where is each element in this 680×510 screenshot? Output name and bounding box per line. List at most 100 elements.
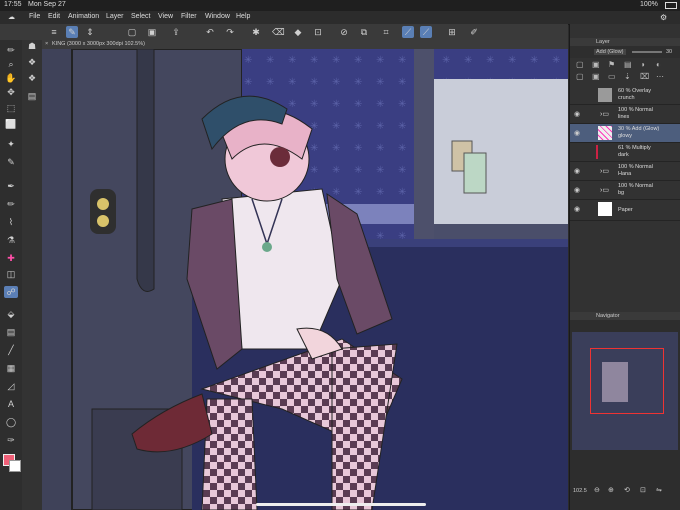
close-tab-icon[interactable]: × — [45, 41, 48, 47]
text-tool-icon[interactable]: A — [4, 398, 18, 410]
grid-snap-icon[interactable]: ⊞ — [446, 26, 458, 38]
drawing-canvas[interactable]: ✳ — [42, 49, 568, 510]
layer-row-hana[interactable]: ◉ ›▭ 100 % Normal Hana — [570, 162, 680, 181]
redo-icon[interactable]: ↷ — [224, 26, 236, 38]
eyedropper-icon[interactable]: ✎ — [4, 156, 18, 168]
eraser-tool-icon[interactable]: ◫ — [4, 268, 18, 280]
visibility-eye-icon[interactable]: ◉ — [574, 205, 580, 213]
crop-icon[interactable]: ⌗ — [380, 26, 392, 38]
settings-icon[interactable]: ⚙ — [660, 13, 667, 22]
brush-size-icon[interactable]: ✏ — [4, 44, 18, 56]
app-logo-icon[interactable]: ☁ — [8, 13, 15, 21]
draft-layer-icon[interactable]: ▤ — [624, 60, 632, 69]
snap-special-ruler-icon[interactable]: ⟋ — [420, 26, 432, 38]
layer-row-paper[interactable]: ◉ Paper — [570, 200, 680, 221]
fit-icon[interactable]: ⊡ — [640, 486, 646, 494]
layer-menu-icon[interactable]: ⋯ — [656, 72, 664, 81]
export-icon[interactable]: ⇪ — [170, 26, 182, 38]
auto-select-icon[interactable]: ✦ — [4, 138, 18, 150]
correct-line-tool-icon[interactable]: ✑ — [4, 434, 18, 446]
ruler-tool-icon[interactable]: ◿ — [4, 380, 18, 392]
frame-tool-icon[interactable]: ▦ — [4, 362, 18, 374]
layer-row-dark[interactable]: 61 % Multiply dark — [570, 143, 680, 162]
sub-tool-1-icon[interactable]: ☗ — [25, 40, 39, 52]
zoom-value[interactable]: 102.5 — [573, 488, 587, 494]
layer-row-lines[interactable]: ◉ ›▭ 100 % Normal lines — [570, 105, 680, 124]
layer-lock-icon[interactable]: ▢ — [576, 60, 584, 69]
fill-tool-icon[interactable]: ⬙ — [4, 308, 18, 320]
navigator-preview[interactable] — [572, 332, 678, 450]
spinner-icon[interactable]: ✱ — [250, 26, 262, 38]
navigator-title[interactable]: Navigator — [596, 313, 620, 319]
folder-icon[interactable]: ›▭ — [600, 186, 609, 194]
menu-edit[interactable]: Edit — [48, 13, 60, 20]
layer-row-glowy[interactable]: ◉ 30 % Add (Glow) glowy — [570, 124, 680, 143]
decoration-tool-icon[interactable]: ✚ — [4, 252, 18, 264]
hand-tool-icon[interactable]: ✋ — [4, 72, 18, 84]
opacity-slider[interactable] — [632, 51, 662, 53]
clip-layer-icon[interactable]: ▣ — [592, 60, 600, 69]
selection-tool-icon[interactable]: ⬜ — [4, 118, 18, 130]
menu-animation[interactable]: Animation — [68, 13, 99, 20]
gradient-tool-icon[interactable]: ▤ — [4, 326, 18, 338]
new-raster-layer-icon[interactable]: ▢ — [576, 72, 584, 81]
visibility-eye-icon[interactable]: ◉ — [574, 167, 580, 175]
folder-icon[interactable]: ›▭ — [600, 110, 609, 118]
sub-color-swatch[interactable] — [9, 460, 21, 472]
invert-selection-icon[interactable]: ⧉ — [358, 26, 370, 38]
mask-icon[interactable]: ◑ — [640, 60, 645, 69]
menu-file[interactable]: File — [29, 13, 40, 20]
menu-window[interactable]: Window — [205, 13, 230, 20]
blend-tool-icon[interactable]: ☍ — [4, 286, 18, 298]
pen-tool-icon[interactable]: ✒ — [4, 180, 18, 192]
merge-down-icon[interactable]: ⇣ — [624, 72, 631, 81]
new-vector-layer-icon[interactable]: ▣ — [592, 72, 600, 81]
blend-mode-select[interactable]: Add (Glow) — [594, 49, 626, 55]
layer-color-icon[interactable]: ◐ — [656, 60, 661, 69]
reference-layer-icon[interactable]: ⚑ — [608, 60, 615, 69]
sub-tool-2-icon[interactable]: ❖ — [25, 56, 39, 68]
deselect-icon[interactable]: ⊘ — [338, 26, 350, 38]
zoom-out-icon[interactable]: ⊖ — [594, 486, 600, 494]
zoom-tool-icon[interactable]: ⌕ — [4, 58, 18, 70]
save-icon[interactable]: ▣ — [146, 26, 158, 38]
clear-icon[interactable]: ⌫ — [272, 26, 285, 38]
zoom-in-icon[interactable]: ⊕ — [608, 486, 614, 494]
line-tool-icon[interactable]: ╱ — [4, 344, 18, 356]
visibility-eye-icon[interactable]: ◉ — [574, 186, 580, 194]
menu-filter[interactable]: Filter — [181, 13, 197, 20]
layer-row-bg[interactable]: ◉ ›▭ 100 % Normal bg — [570, 181, 680, 200]
stepper-icon[interactable]: ⇕ — [84, 26, 96, 38]
menu-layer[interactable]: Layer — [106, 13, 124, 20]
brush-tool-icon[interactable]: ⌇ — [4, 216, 18, 228]
new-folder-icon[interactable]: ▭ — [608, 72, 616, 81]
operation-tool-icon[interactable]: ⬚ — [4, 102, 18, 114]
menu-help[interactable]: Help — [236, 13, 250, 20]
visibility-eye-icon[interactable]: ◉ — [574, 129, 580, 137]
fill-icon[interactable]: ◆ — [292, 26, 304, 38]
opacity-value[interactable]: 30 — [666, 49, 672, 55]
folder-icon[interactable]: ›▭ — [600, 167, 609, 175]
delete-layer-icon[interactable]: ⌧ — [640, 72, 649, 81]
pen-mode-icon[interactable]: ✎ — [66, 26, 78, 38]
rotate-icon[interactable]: ⟲ — [624, 486, 630, 494]
menu-select[interactable]: Select — [131, 13, 150, 20]
new-file-icon[interactable]: ▢ — [126, 26, 138, 38]
canvas-tab-title[interactable]: KING (3000 x 3000px 300dpi 102.5%) — [52, 41, 145, 47]
edit-icon[interactable]: ✐ — [468, 26, 480, 38]
undo-icon[interactable]: ↶ — [204, 26, 216, 38]
balloon-tool-icon[interactable]: ◯ — [4, 416, 18, 428]
flip-icon[interactable]: ⇋ — [656, 486, 662, 494]
sub-tool-3-icon[interactable]: ❖ — [25, 72, 39, 84]
sub-tool-4-icon[interactable]: ▤ — [25, 90, 39, 102]
layer-row-crunch[interactable]: 60 % Overlay crunch — [570, 86, 680, 105]
move-tool-icon[interactable]: ✥ — [4, 86, 18, 98]
pencil-tool-icon[interactable]: ✏ — [4, 198, 18, 210]
menu-view[interactable]: View — [158, 13, 173, 20]
visibility-eye-icon[interactable]: ◉ — [574, 110, 580, 118]
layer-tab-label[interactable]: Layer — [596, 39, 610, 45]
snap-ruler-icon[interactable]: ⟋ — [402, 26, 414, 38]
airbrush-tool-icon[interactable]: ⚗ — [4, 234, 18, 246]
hamburger-menu-icon[interactable]: ≡ — [48, 26, 60, 38]
transform-icon[interactable]: ⊡ — [312, 26, 324, 38]
